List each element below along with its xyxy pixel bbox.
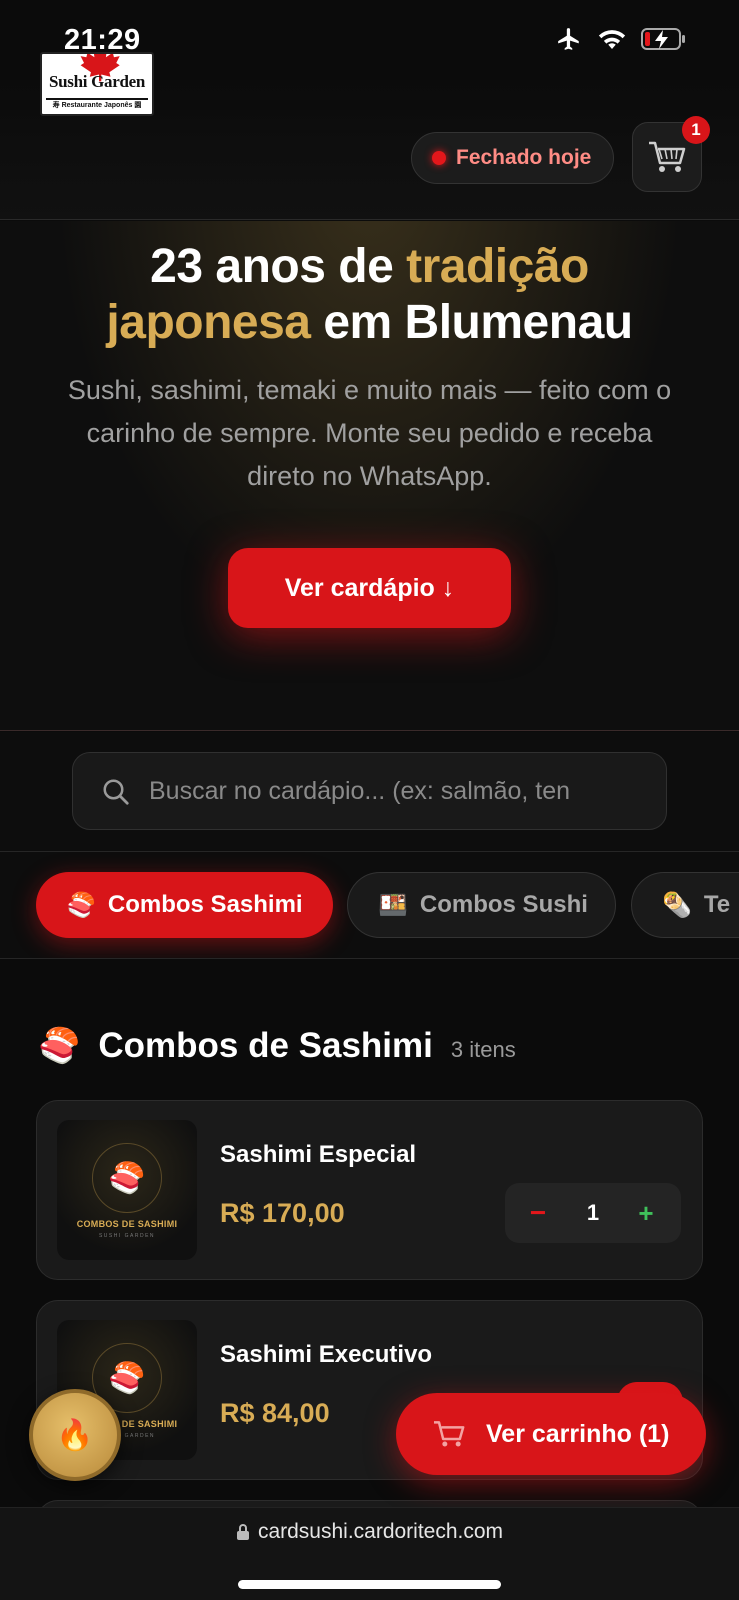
tab-combos-sushi[interactable]: 🍱 Combos Sushi bbox=[347, 872, 616, 938]
search-icon bbox=[103, 779, 129, 805]
thumbnail-subtitle: SUSHI GARDEN bbox=[98, 1233, 156, 1239]
cart-icon bbox=[649, 141, 686, 172]
hero-title-part: em Blumenau bbox=[310, 296, 633, 349]
tab-label: Combos Sushi bbox=[419, 891, 588, 918]
sushi-icon: 🍣 bbox=[38, 1027, 81, 1065]
promotions-button[interactable]: 🔥 bbox=[29, 1389, 121, 1481]
tab-temaki[interactable]: 🌯 Te bbox=[631, 872, 739, 938]
search-box[interactable] bbox=[72, 752, 667, 830]
url-display: cardsushi.cardoritech.com bbox=[0, 1520, 739, 1544]
item-price: R$ 84,00 bbox=[220, 1398, 330, 1428]
hero-title-highlight: japonesa bbox=[106, 296, 311, 349]
wifi-icon bbox=[598, 30, 626, 49]
decrease-quantity-button[interactable]: − bbox=[523, 1195, 553, 1231]
status-icons bbox=[555, 26, 687, 52]
view-cart-button[interactable]: Ver carrinho (1) bbox=[396, 1393, 706, 1475]
category-tabs: 🍣 Combos Sashimi 🍱 Combos Sushi 🌯 Te bbox=[0, 852, 739, 959]
menu-item-card[interactable]: 🍣 COMBOS DE SASHIMI SUSHI GARDEN Sashimi… bbox=[36, 1100, 703, 1280]
bento-box-icon: 🍱 bbox=[378, 891, 408, 919]
home-indicator[interactable] bbox=[238, 1580, 501, 1589]
search-input[interactable] bbox=[149, 753, 649, 829]
cart-icon bbox=[434, 1421, 465, 1447]
battery-icon bbox=[641, 28, 685, 50]
hero-title-part: 23 anos de bbox=[150, 240, 407, 293]
section-title: Combos de Sashimi bbox=[98, 1026, 433, 1065]
tab-combos-sashimi[interactable]: 🍣 Combos Sashimi bbox=[36, 872, 333, 938]
thumbnail-title: COMBOS DE SASHIMI bbox=[76, 1219, 178, 1229]
status-dot-icon bbox=[432, 151, 446, 165]
view-cart-label: Ver carrinho (1) bbox=[486, 1419, 670, 1448]
item-name: Sashimi Executivo bbox=[220, 1341, 433, 1368]
sushi-icon: 🍣 bbox=[92, 1143, 162, 1213]
item-name: Sashimi Especial bbox=[220, 1141, 417, 1168]
tab-label: Te bbox=[703, 891, 731, 918]
quantity-value: 1 bbox=[586, 1200, 600, 1225]
item-thumbnail: 🍣 COMBOS DE SASHIMI SUSHI GARDEN bbox=[57, 1120, 197, 1260]
browser-url-bar[interactable]: cardsushi.cardoritech.com bbox=[0, 1507, 739, 1600]
item-price: R$ 170,00 bbox=[220, 1198, 345, 1228]
view-menu-button[interactable]: Ver cardápio ↓ bbox=[228, 548, 511, 628]
sushi-icon: 🍣 bbox=[66, 891, 96, 919]
hero-subtitle: Sushi, sashimi, temaki e muito mais — fe… bbox=[67, 375, 672, 491]
airplane-icon bbox=[558, 28, 579, 50]
burrito-icon: 🌯 bbox=[662, 891, 692, 919]
increase-quantity-button[interactable]: + bbox=[631, 1195, 661, 1231]
cart-count-badge: 1 bbox=[682, 116, 710, 144]
tab-label: Combos Sashimi bbox=[107, 891, 303, 918]
store-status-label: Fechado hoje bbox=[456, 146, 592, 169]
url-text: cardsushi.cardoritech.com bbox=[257, 1520, 504, 1543]
store-status-badge: Fechado hoje bbox=[411, 132, 614, 184]
search-section bbox=[0, 732, 739, 852]
section-item-count: 3 itens bbox=[450, 1037, 516, 1062]
logo[interactable]: Sushi Garden 寿 Restaurante Japonês 園 bbox=[40, 52, 154, 116]
logo-name: Sushi Garden bbox=[48, 72, 146, 91]
hero-title-highlight: tradição bbox=[406, 240, 589, 293]
lock-icon bbox=[236, 1524, 249, 1540]
section-header: 🍣 Combos de Sashimi 3 itens bbox=[38, 1026, 516, 1066]
fire-icon: 🔥 bbox=[56, 1418, 94, 1452]
logo-subtitle: 寿 Restaurante Japonês 園 bbox=[52, 102, 142, 109]
hero-title: 23 anos de tradição japonesa em Blumenau bbox=[0, 239, 739, 351]
hero: 23 anos de tradição japonesa em Blumenau… bbox=[0, 221, 739, 731]
quantity-stepper: − 1 + bbox=[505, 1183, 681, 1243]
